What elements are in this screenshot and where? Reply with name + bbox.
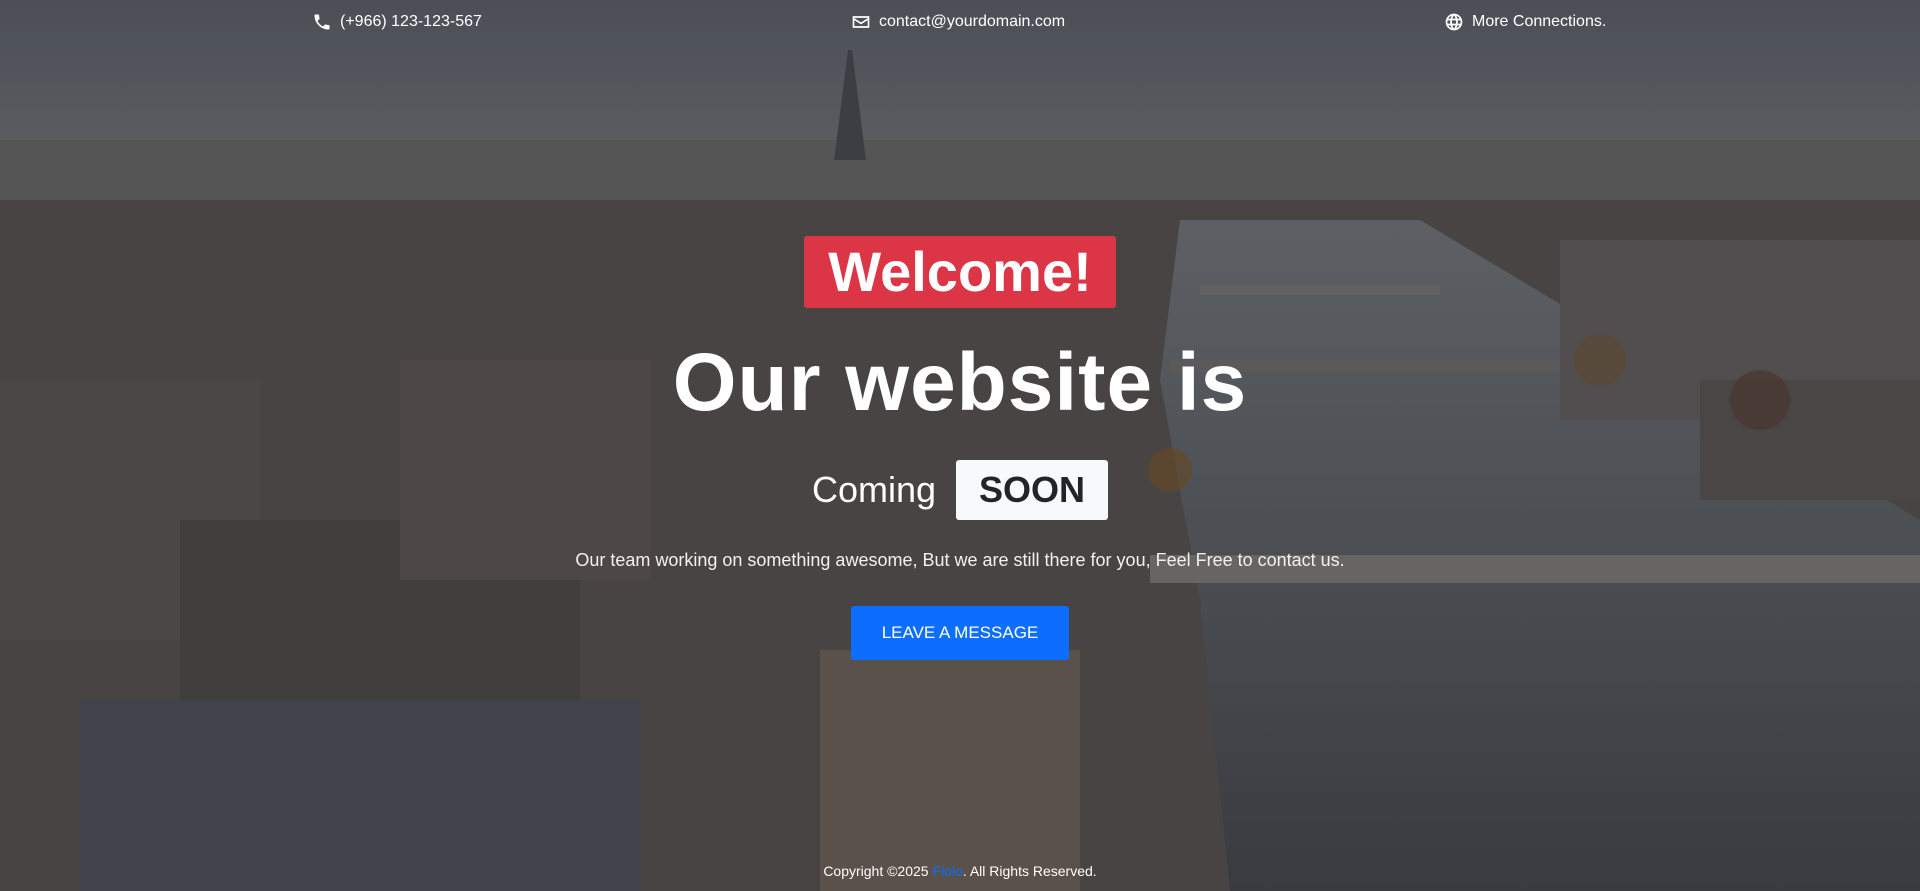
more-connections-link[interactable]: More Connections. xyxy=(1444,12,1606,32)
email-text: contact@yourdomain.com xyxy=(879,13,1066,30)
email-link[interactable]: contact@yourdomain.com xyxy=(851,12,1065,32)
brand-link[interactable]: Flolo xyxy=(932,863,962,879)
hero-section: Welcome! Our website is Coming SOON Our … xyxy=(0,236,1920,660)
more-connections-text: More Connections. xyxy=(1472,13,1607,30)
copyright-suffix: . All Rights Reserved. xyxy=(962,863,1097,879)
contact-bar: (+966) 123-123-567 contact@yourdomain.co… xyxy=(0,0,1920,46)
globe-icon xyxy=(1445,13,1463,31)
phone-icon xyxy=(314,14,330,30)
phone-link[interactable]: (+966) 123-123-567 xyxy=(312,12,482,32)
coming-soon-row: Coming SOON xyxy=(811,460,1109,520)
envelope-icon xyxy=(852,16,870,28)
hero-tagline: Our team working on something awesome, B… xyxy=(575,550,1345,570)
coming-text: Coming xyxy=(811,469,937,510)
phone-text: (+966) 123-123-567 xyxy=(340,13,482,30)
welcome-badge: Welcome! xyxy=(804,236,1116,308)
copyright-prefix: Copyright ©2025 xyxy=(823,863,933,879)
coming-soon-page: (+966) 123-123-567 contact@yourdomain.co… xyxy=(0,0,1920,891)
hero-headline: Our website is xyxy=(672,337,1248,428)
footer-copyright: Copyright ©2025 Flolo. All Rights Reserv… xyxy=(0,863,1920,879)
soon-badge: SOON xyxy=(956,460,1109,520)
leave-message-button[interactable]: LEAVE A MESSAGE xyxy=(851,606,1069,660)
